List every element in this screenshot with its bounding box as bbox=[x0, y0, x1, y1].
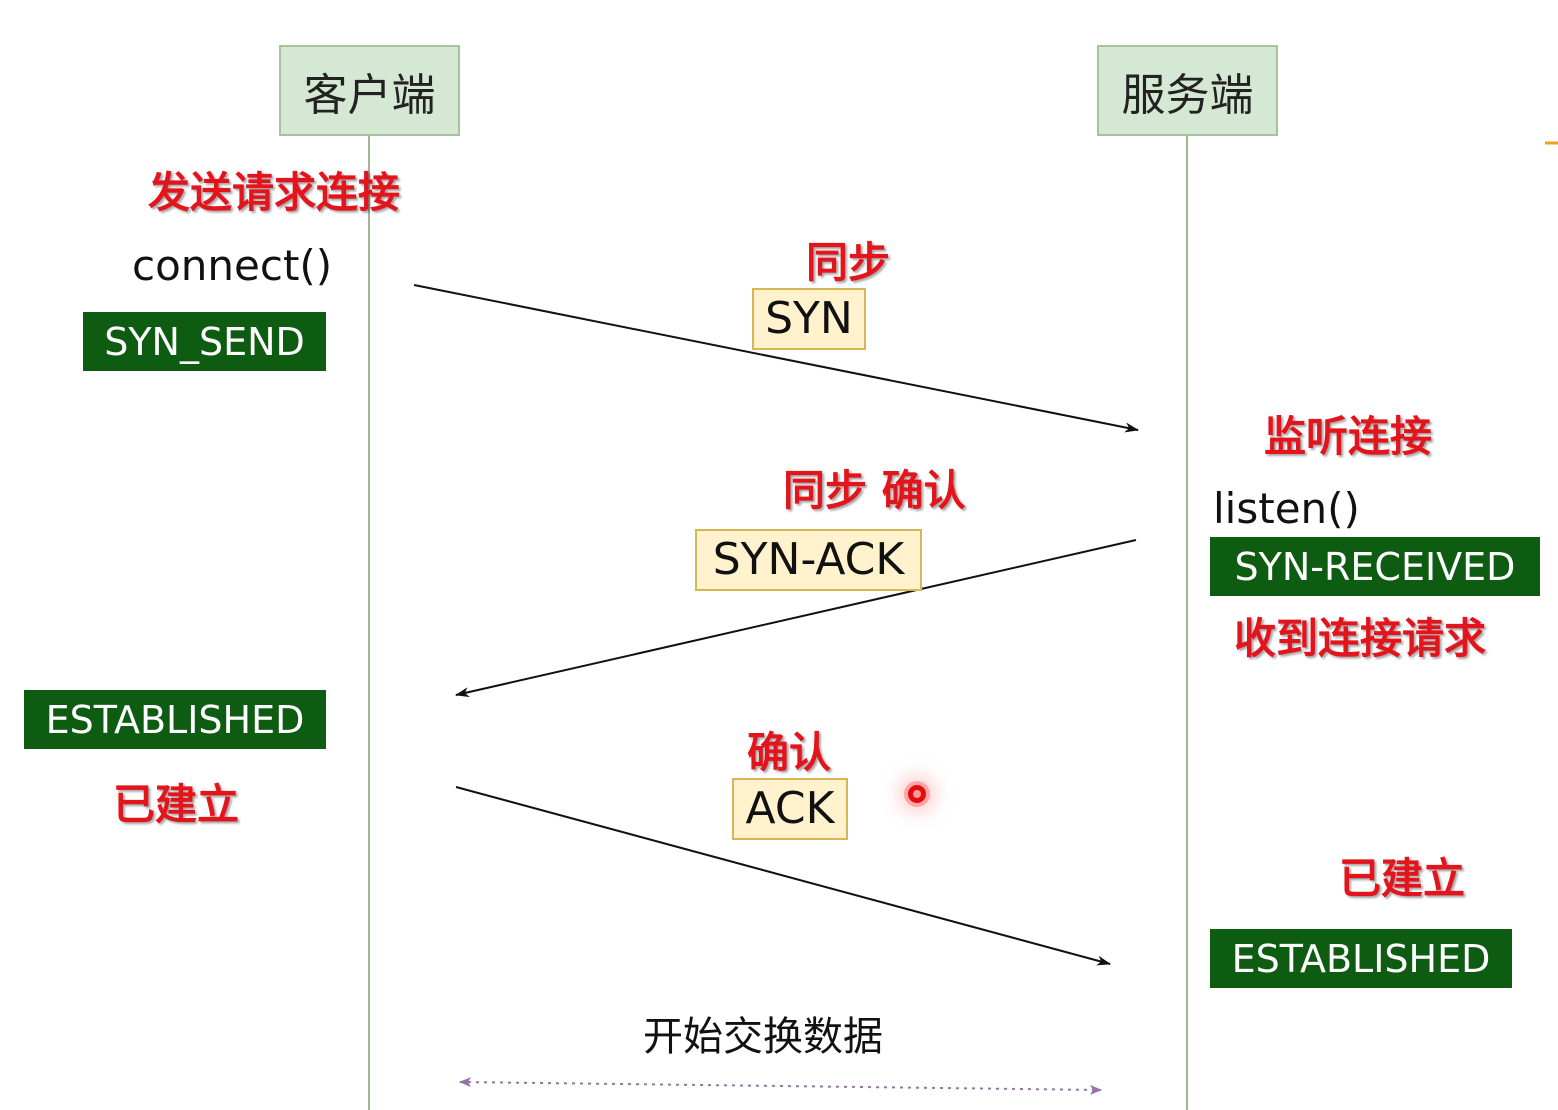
server-state-syn-received: SYN-RECEIVED bbox=[1210, 537, 1540, 596]
syn-ack-packet-label: SYN-ACK bbox=[712, 534, 905, 585]
client-state-established-label: ESTABLISHED bbox=[45, 697, 305, 742]
server-state-syn-received-label: SYN-RECEIVED bbox=[1234, 544, 1516, 589]
data-exchange-label: 开始交换数据 bbox=[643, 1014, 883, 1060]
cursor-highlight bbox=[908, 785, 926, 803]
client-connect-call: connect() bbox=[132, 241, 333, 290]
tcp-handshake-diagram: 客户端 服务端 发送请求连接 connect() SYN_SEND ESTABL… bbox=[0, 0, 1558, 1110]
server-state-established: ESTABLISHED bbox=[1210, 929, 1512, 988]
syn-packet-label: SYN bbox=[765, 293, 853, 344]
syn-packet: SYN bbox=[752, 288, 866, 350]
syn-ack-note: 同步 确认 bbox=[783, 466, 966, 515]
syn-ack-packet: SYN-ACK bbox=[695, 529, 922, 591]
client-state-syn-send: SYN_SEND bbox=[83, 312, 326, 371]
server-established-note: 已建立 bbox=[1339, 854, 1466, 903]
client-header: 客户端 bbox=[279, 45, 460, 136]
ack-packet: ACK bbox=[732, 778, 848, 840]
server-listen-call: listen() bbox=[1213, 484, 1360, 533]
ack-note: 确认 bbox=[747, 728, 832, 777]
client-state-established: ESTABLISHED bbox=[24, 690, 326, 749]
server-listen-note: 监听连接 bbox=[1264, 412, 1433, 461]
syn-note: 同步 bbox=[806, 238, 891, 287]
client-established-note: 已建立 bbox=[113, 780, 240, 829]
server-received-note: 收到连接请求 bbox=[1234, 614, 1487, 663]
server-state-established-label: ESTABLISHED bbox=[1231, 936, 1491, 981]
server-header-label: 服务端 bbox=[1121, 69, 1254, 121]
ack-packet-label: ACK bbox=[745, 783, 835, 834]
data-exchange-arrow bbox=[459, 1077, 1102, 1095]
server-header: 服务端 bbox=[1097, 45, 1278, 136]
client-state-syn-send-label: SYN_SEND bbox=[104, 319, 305, 364]
client-send-note: 发送请求连接 bbox=[148, 168, 401, 217]
client-header-label: 客户端 bbox=[303, 69, 436, 121]
